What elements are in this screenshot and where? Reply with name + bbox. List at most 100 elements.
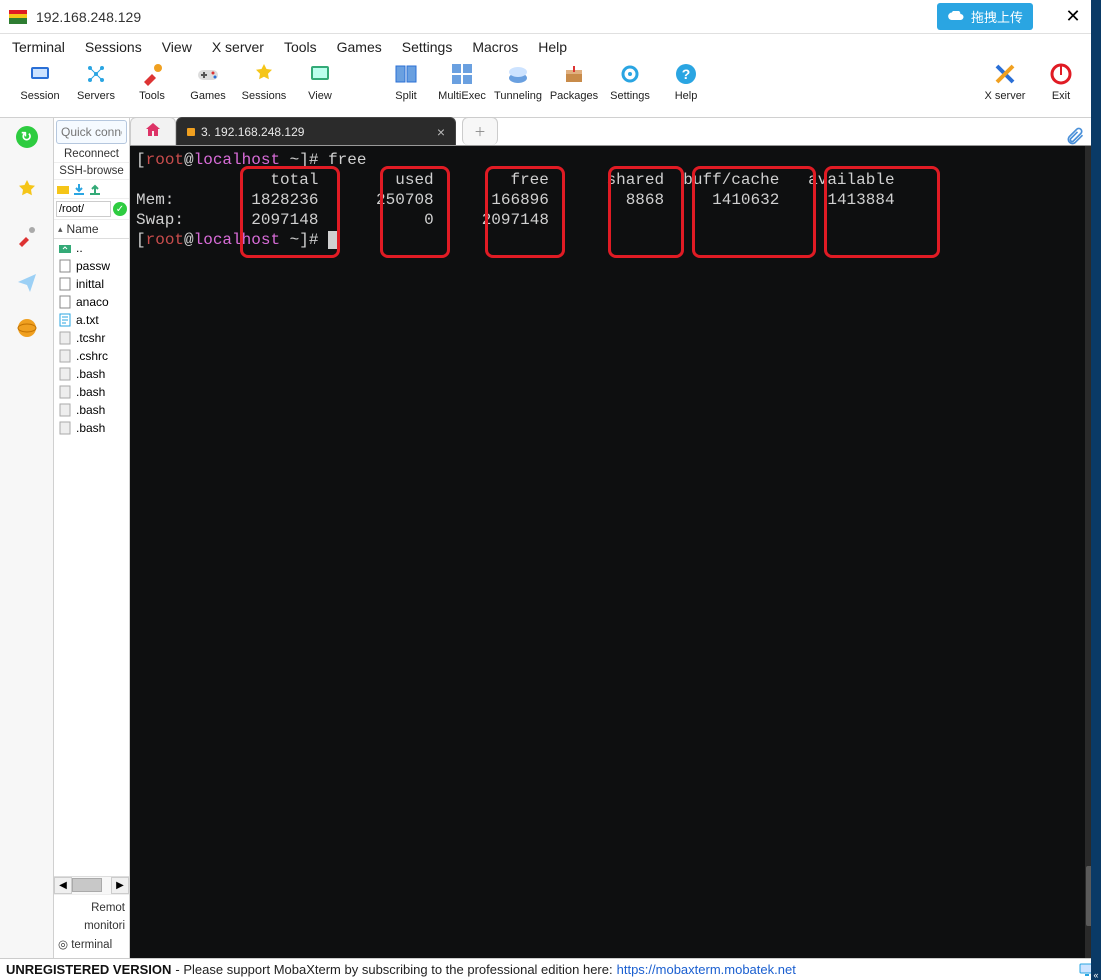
reconnect-indicator-icon[interactable]: ↻ (16, 126, 38, 148)
hidden-file-icon (58, 421, 72, 435)
window-close-button[interactable]: ✕ (1053, 2, 1093, 32)
file-item[interactable]: .bash (54, 401, 129, 419)
menu-xserver[interactable]: X server (212, 39, 264, 55)
file-item[interactable]: anaco (54, 293, 129, 311)
menu-help[interactable]: Help (538, 39, 567, 55)
settings-icon (618, 62, 642, 86)
menu-sessions[interactable]: Sessions (85, 39, 142, 55)
file-item[interactable]: .tcshr (54, 329, 129, 347)
tab-strip: 3. 192.168.248.129 × ＋ (130, 118, 1101, 146)
view-icon (308, 62, 332, 86)
folder-up-icon (58, 241, 72, 255)
file-icon (58, 295, 72, 309)
name-column-header[interactable]: Name (54, 220, 129, 239)
menu-terminal[interactable]: Terminal (12, 39, 65, 55)
remote-label: Remot (58, 899, 125, 917)
tab-label: 3. 192.168.248.129 (201, 125, 431, 139)
file-icon (58, 277, 72, 291)
home-icon (144, 121, 162, 142)
toolbar-settings[interactable]: Settings (602, 62, 658, 116)
servers-icon (84, 62, 108, 86)
plus-icon: ＋ (474, 123, 486, 140)
toolbar-packages[interactable]: Packages (546, 62, 602, 116)
toolbar-tools[interactable]: Tools (124, 62, 180, 116)
file-item[interactable]: .bash (54, 365, 129, 383)
download-icon[interactable] (72, 182, 86, 196)
window-title: 192.168.248.129 (36, 9, 937, 25)
toolbar-help[interactable]: ?Help (658, 62, 714, 116)
main: 3. 192.168.248.129 × ＋ [root@localhost ~… (130, 118, 1101, 958)
right-edge: « (1091, 0, 1101, 980)
menu-games[interactable]: Games (337, 39, 382, 55)
tab-home[interactable] (130, 117, 176, 145)
scroll-left-icon[interactable]: ◀ (54, 877, 72, 894)
scroll-right-icon[interactable]: ▶ (111, 877, 129, 894)
menu-view[interactable]: View (162, 39, 192, 55)
status-link[interactable]: https://mobaxterm.mobatek.net (617, 962, 796, 977)
favorites-icon[interactable] (13, 176, 41, 204)
sidebar-toolbar (54, 180, 129, 199)
left-icon-column: ↻ (0, 118, 54, 958)
file-item[interactable]: .bash (54, 419, 129, 437)
folder-icon[interactable] (56, 182, 70, 196)
txt-file-icon (58, 313, 72, 327)
toolbar-exit[interactable]: Exit (1033, 62, 1089, 116)
toolbar-games[interactable]: Games (180, 62, 236, 116)
toolbar-sessions[interactable]: Sessions (236, 62, 292, 116)
reconnect-label[interactable]: Reconnect (54, 146, 129, 163)
menu-tools[interactable]: Tools (284, 39, 317, 55)
status-bar: UNREGISTERED VERSION - Please support Mo… (0, 958, 1101, 980)
session-indicator-icon (187, 128, 195, 136)
toolbar-servers[interactable]: Servers (68, 62, 124, 116)
attachment-icon[interactable] (1065, 126, 1087, 148)
tunneling-icon (506, 62, 530, 86)
toolbar-multiexec[interactable]: MultiExec (434, 62, 490, 116)
help-icon: ? (674, 62, 698, 86)
file-item[interactable]: .cshrc (54, 347, 129, 365)
upload-button[interactable]: 拖拽上传 (937, 3, 1033, 30)
session-icon (28, 62, 52, 86)
scroll-track[interactable] (72, 877, 111, 894)
globe-icon[interactable] (13, 314, 41, 342)
path-input[interactable] (56, 201, 111, 217)
path-bar: ✓ (54, 199, 129, 220)
hidden-file-icon (58, 331, 72, 345)
sessions-icon (252, 62, 276, 86)
hidden-file-icon (58, 385, 72, 399)
toolbar-session[interactable]: Session (12, 62, 68, 116)
file-item[interactable]: passw (54, 257, 129, 275)
cursor (328, 231, 337, 249)
free-row-mem: Mem: 1828236 250708 166896 8868 1410632 … (136, 190, 1095, 210)
ssh-browser-label: SSH-browse (54, 163, 129, 180)
file-item[interactable]: a.txt (54, 311, 129, 329)
toolbar-view[interactable]: View (292, 62, 348, 116)
quick-connect-input[interactable] (56, 120, 127, 144)
file-item[interactable]: .bash (54, 383, 129, 401)
tools-icon (140, 62, 164, 86)
menu-macros[interactable]: Macros (472, 39, 518, 55)
menu-settings[interactable]: Settings (402, 39, 453, 55)
scroll-thumb[interactable] (72, 878, 102, 892)
send-icon[interactable] (13, 268, 41, 296)
file-item[interactable]: inittal (54, 275, 129, 293)
tab-new[interactable]: ＋ (462, 117, 498, 145)
path-ok-icon[interactable]: ✓ (113, 202, 127, 216)
terminal[interactable]: [root@localhost ~]# free total used free… (130, 146, 1101, 958)
menu-bar: Terminal Sessions View X server Tools Ga… (0, 34, 1101, 60)
tools-side-icon[interactable] (13, 222, 41, 250)
upload-icon[interactable] (88, 182, 102, 196)
status-message: - Please support MobaXterm by subscribin… (175, 962, 612, 977)
toolbar-tunneling[interactable]: Tunneling (490, 62, 546, 116)
hidden-file-icon (58, 367, 72, 381)
free-headers: total used free shared buff/cache availa… (136, 170, 1095, 190)
toolbar-split[interactable]: Split (378, 62, 434, 116)
games-icon (196, 62, 220, 86)
sidebar-hscroll[interactable]: ◀ ▶ (54, 876, 129, 894)
tab-session[interactable]: 3. 192.168.248.129 × (176, 117, 456, 145)
toolbar-xserver[interactable]: X server (977, 62, 1033, 116)
file-item-up[interactable]: .. (54, 239, 129, 257)
title-bar: 192.168.248.129 拖拽上传 ✕ (0, 0, 1101, 34)
tab-close-icon[interactable]: × (437, 124, 445, 140)
terminal-radio[interactable]: terminal (58, 936, 125, 954)
split-icon (394, 62, 418, 86)
